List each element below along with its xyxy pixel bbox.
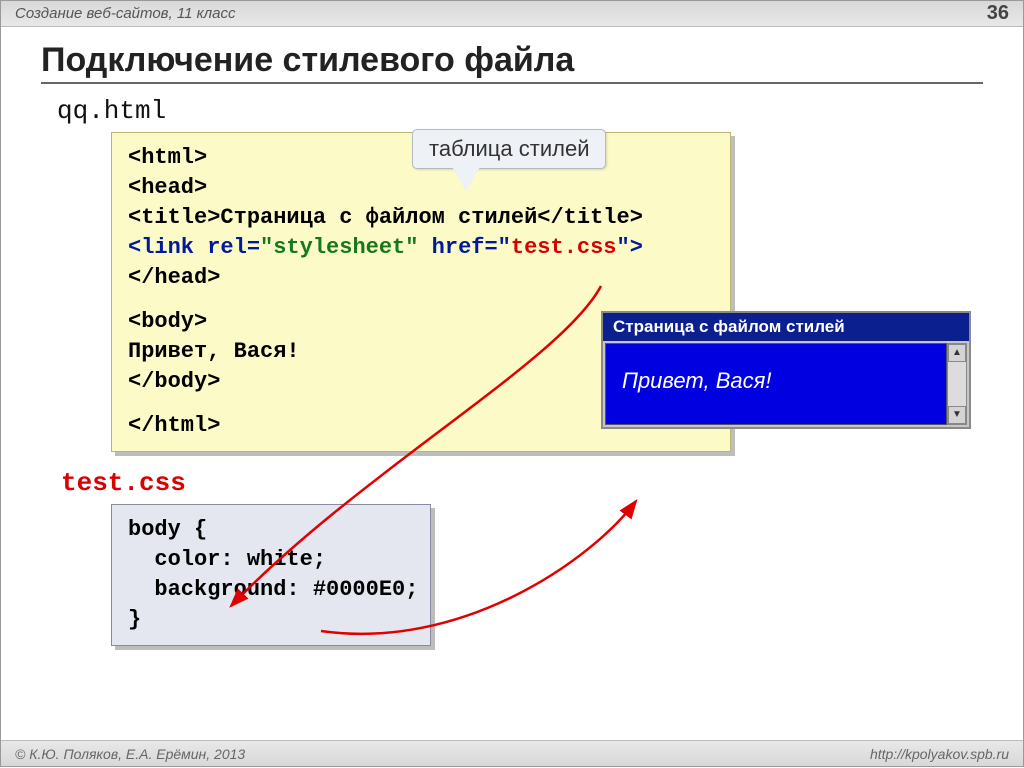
- callout-tail: [452, 167, 480, 191]
- header-bar: Создание веб-сайтов, 11 класс 36: [1, 1, 1023, 27]
- slide: Создание веб-сайтов, 11 класс 36 Подключ…: [0, 0, 1024, 767]
- callout-stylesheet: таблица стилей: [412, 129, 606, 169]
- css-file-label: test.css: [61, 468, 983, 498]
- css-code-box: body { color: white; background: #0000E0…: [111, 504, 431, 646]
- scrollbar[interactable]: ▲ ▼: [947, 343, 967, 425]
- code-line: <title>Страница с файлом стилей</title>: [128, 203, 714, 233]
- footer-bar: © К.Ю. Поляков, Е.А. Ерёмин, 2013 http:/…: [1, 740, 1023, 766]
- code-line-link: <link rel="stylesheet" href="test.css">: [128, 233, 714, 263]
- code-line: </head>: [128, 263, 714, 293]
- scroll-down-icon[interactable]: ▼: [948, 406, 966, 424]
- browser-titlebar: Страница с файлом стилей: [603, 313, 969, 341]
- browser-client: Привет, Вася! ▲ ▼: [603, 341, 969, 427]
- html-file-label: qq.html: [57, 96, 983, 126]
- scroll-up-icon[interactable]: ▲: [948, 344, 966, 362]
- breadcrumb: Создание веб-сайтов, 11 класс: [15, 5, 235, 22]
- code-line: color: white;: [128, 545, 414, 575]
- code-line: }: [128, 605, 414, 635]
- browser-body: Привет, Вася!: [605, 343, 947, 425]
- footer-link[interactable]: http://kpolyakov.spb.ru: [870, 746, 1009, 762]
- browser-preview: Страница с файлом стилей Привет, Вася! ▲…: [601, 311, 971, 429]
- page-title: Подключение стилевого файла: [41, 41, 983, 84]
- spacer: [128, 293, 714, 307]
- code-line: background: #0000E0;: [128, 575, 414, 605]
- page-number: 36: [987, 2, 1009, 25]
- code-line: <head>: [128, 173, 714, 203]
- copyright: © К.Ю. Поляков, Е.А. Ерёмин, 2013: [15, 746, 245, 762]
- code-line: body {: [128, 515, 414, 545]
